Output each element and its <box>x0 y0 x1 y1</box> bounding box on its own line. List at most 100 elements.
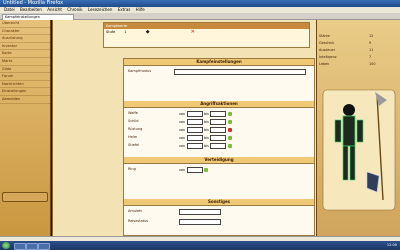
menu-view[interactable]: Ansicht <box>47 7 62 12</box>
ruestung-controls: von bis <box>179 127 232 133</box>
stat-life-value: 100 <box>369 62 376 66</box>
stat-strength-label: Stärke <box>319 34 330 38</box>
helm-von-input[interactable] <box>186 135 203 141</box>
schild-controls: von bis <box>179 119 232 125</box>
menu-file[interactable]: Datei <box>4 7 15 12</box>
stat-life-label: Leben <box>319 62 330 66</box>
stiefel-von-label: von <box>179 144 186 148</box>
waffe-bis-input[interactable] <box>210 111 227 117</box>
schild-von-input[interactable] <box>186 119 203 125</box>
ruestung-von-input[interactable] <box>186 127 203 133</box>
row-label: Stufe <box>106 30 116 34</box>
label-reisestatus: Reisestatus <box>128 219 149 223</box>
menu-history[interactable]: Chronik <box>67 7 82 12</box>
taskbar-item[interactable] <box>38 243 50 250</box>
amulett-controls <box>179 209 221 215</box>
helm-controls: von bis <box>179 135 232 141</box>
nav-overview[interactable]: Übersicht <box>0 20 50 28</box>
stat-stamina-label: Ausdauer <box>319 48 336 52</box>
stiefel-von-input[interactable] <box>186 143 203 149</box>
main-area: Kampfwerte Stufe 1 ◆ ✕ Kampfeinstellunge… <box>52 20 317 236</box>
section-defense: Verteidigung <box>124 157 314 164</box>
stat-intelligence-value: 7 <box>369 55 372 59</box>
ruestung-von-label: von <box>179 128 186 132</box>
ruestung-bis-input[interactable] <box>210 127 227 133</box>
label-ring: Ring <box>128 167 136 171</box>
settings-panel: Kampfeinstellungen Kampfmodus Angriffsak… <box>123 58 315 236</box>
right-panel: Stärke 12 Geschick 9 Ausdauer 11 Intelli… <box>316 20 400 236</box>
ring-controls: von <box>179 167 209 173</box>
ring-von-label: von <box>179 168 186 172</box>
reisestatus-controls <box>179 219 221 225</box>
taskbar-item[interactable] <box>14 243 26 250</box>
helm-bis-label: bis <box>204 136 209 140</box>
check-icon[interactable] <box>227 136 232 140</box>
nav-guild[interactable]: Gilde <box>0 66 50 74</box>
page-content: Übersicht Charakter Ausrüstung Inventar … <box>0 20 400 236</box>
nav-equipment[interactable]: Ausrüstung <box>0 35 50 43</box>
amulett-input[interactable] <box>179 209 221 215</box>
window-title: Untitled - Mozilla Firefox <box>3 0 64 6</box>
label-ruestung: Rüstung <box>128 127 143 131</box>
stiefel-controls: von bis <box>179 143 232 149</box>
nav-character[interactable]: Charakter <box>0 28 50 36</box>
stat-intelligence-label: Intelligenz <box>319 55 337 59</box>
menu-edit[interactable]: Bearbeiten <box>20 7 42 12</box>
stiefel-bis-input[interactable] <box>210 143 227 149</box>
check-icon[interactable] <box>227 112 232 116</box>
menu-bookmarks[interactable]: Lesezeichen <box>88 7 113 12</box>
menu-help[interactable]: Hilfe <box>136 7 145 12</box>
ruestung-bis-label: bis <box>204 128 209 132</box>
label-waffe: Waffe <box>128 111 138 115</box>
taskbar: 12:00 <box>0 241 400 250</box>
waffe-controls: von bis <box>179 111 232 117</box>
stat-dexterity-label: Geschick <box>319 41 335 45</box>
nav-inventory[interactable]: Inventar <box>0 43 50 51</box>
character-figure <box>322 89 396 211</box>
check-icon[interactable] <box>227 144 232 148</box>
close-icon[interactable] <box>227 128 232 132</box>
kampfmodus-input[interactable] <box>174 69 306 75</box>
nav-settings[interactable]: Einstellungen <box>0 88 50 96</box>
tab-bar: Kampfeinstellungen <box>0 13 400 20</box>
stat-dexterity-value: 9 <box>369 41 372 45</box>
table-row: Stufe 1 ◆ ✕ <box>104 29 309 35</box>
nav-forum[interactable]: Forum <box>0 73 50 81</box>
nav-logout[interactable]: Abmelden <box>0 96 50 104</box>
panel-title: Kampfeinstellungen <box>124 59 314 66</box>
stiefel-bis-label: bis <box>204 144 209 148</box>
taskbar-item[interactable] <box>26 243 38 250</box>
ring-von-input[interactable] <box>186 167 203 173</box>
label-helm: Helm <box>128 135 138 139</box>
helm-bis-input[interactable] <box>210 135 227 141</box>
section-misc: Sonstiges <box>124 199 314 206</box>
schild-bis-label: bis <box>204 120 209 124</box>
schild-bis-input[interactable] <box>210 119 227 125</box>
row-value: 1 <box>124 30 127 34</box>
check-icon[interactable] <box>204 168 209 172</box>
waffe-bis-label: bis <box>204 112 209 116</box>
waffe-von-input[interactable] <box>186 111 203 117</box>
clock: 12:00 <box>386 243 397 247</box>
combat-values-table: Kampfwerte Stufe 1 ◆ ✕ <box>103 22 310 48</box>
stat-stamina-value: 11 <box>369 48 374 52</box>
section-attack: Angriffsaktionen <box>124 101 314 108</box>
label-amulett: Amulett <box>128 209 142 213</box>
left-navigation: Übersicht Charakter Ausrüstung Inventar … <box>0 20 51 236</box>
stat-strength-value: 12 <box>369 34 374 38</box>
label-kampfmodus: Kampfmodus <box>128 69 152 73</box>
check-icon[interactable] <box>227 120 232 124</box>
nav-messages[interactable]: Nachrichten <box>0 81 50 89</box>
nav-scroll-decoration <box>2 192 48 202</box>
reisestatus-input[interactable] <box>179 219 221 225</box>
label-schild: Schild <box>128 119 139 123</box>
label-stiefel: Stiefel <box>128 143 140 147</box>
nav-market[interactable]: Markt <box>0 58 50 66</box>
diamond-icon: ◆ <box>145 29 150 35</box>
nav-map[interactable]: Karte <box>0 50 50 58</box>
helm-von-label: von <box>179 136 186 140</box>
menu-tools[interactable]: Extras <box>118 7 131 12</box>
start-button[interactable] <box>2 242 10 249</box>
window-titlebar: Untitled - Mozilla Firefox <box>0 0 400 7</box>
close-icon[interactable]: ✕ <box>191 30 195 35</box>
